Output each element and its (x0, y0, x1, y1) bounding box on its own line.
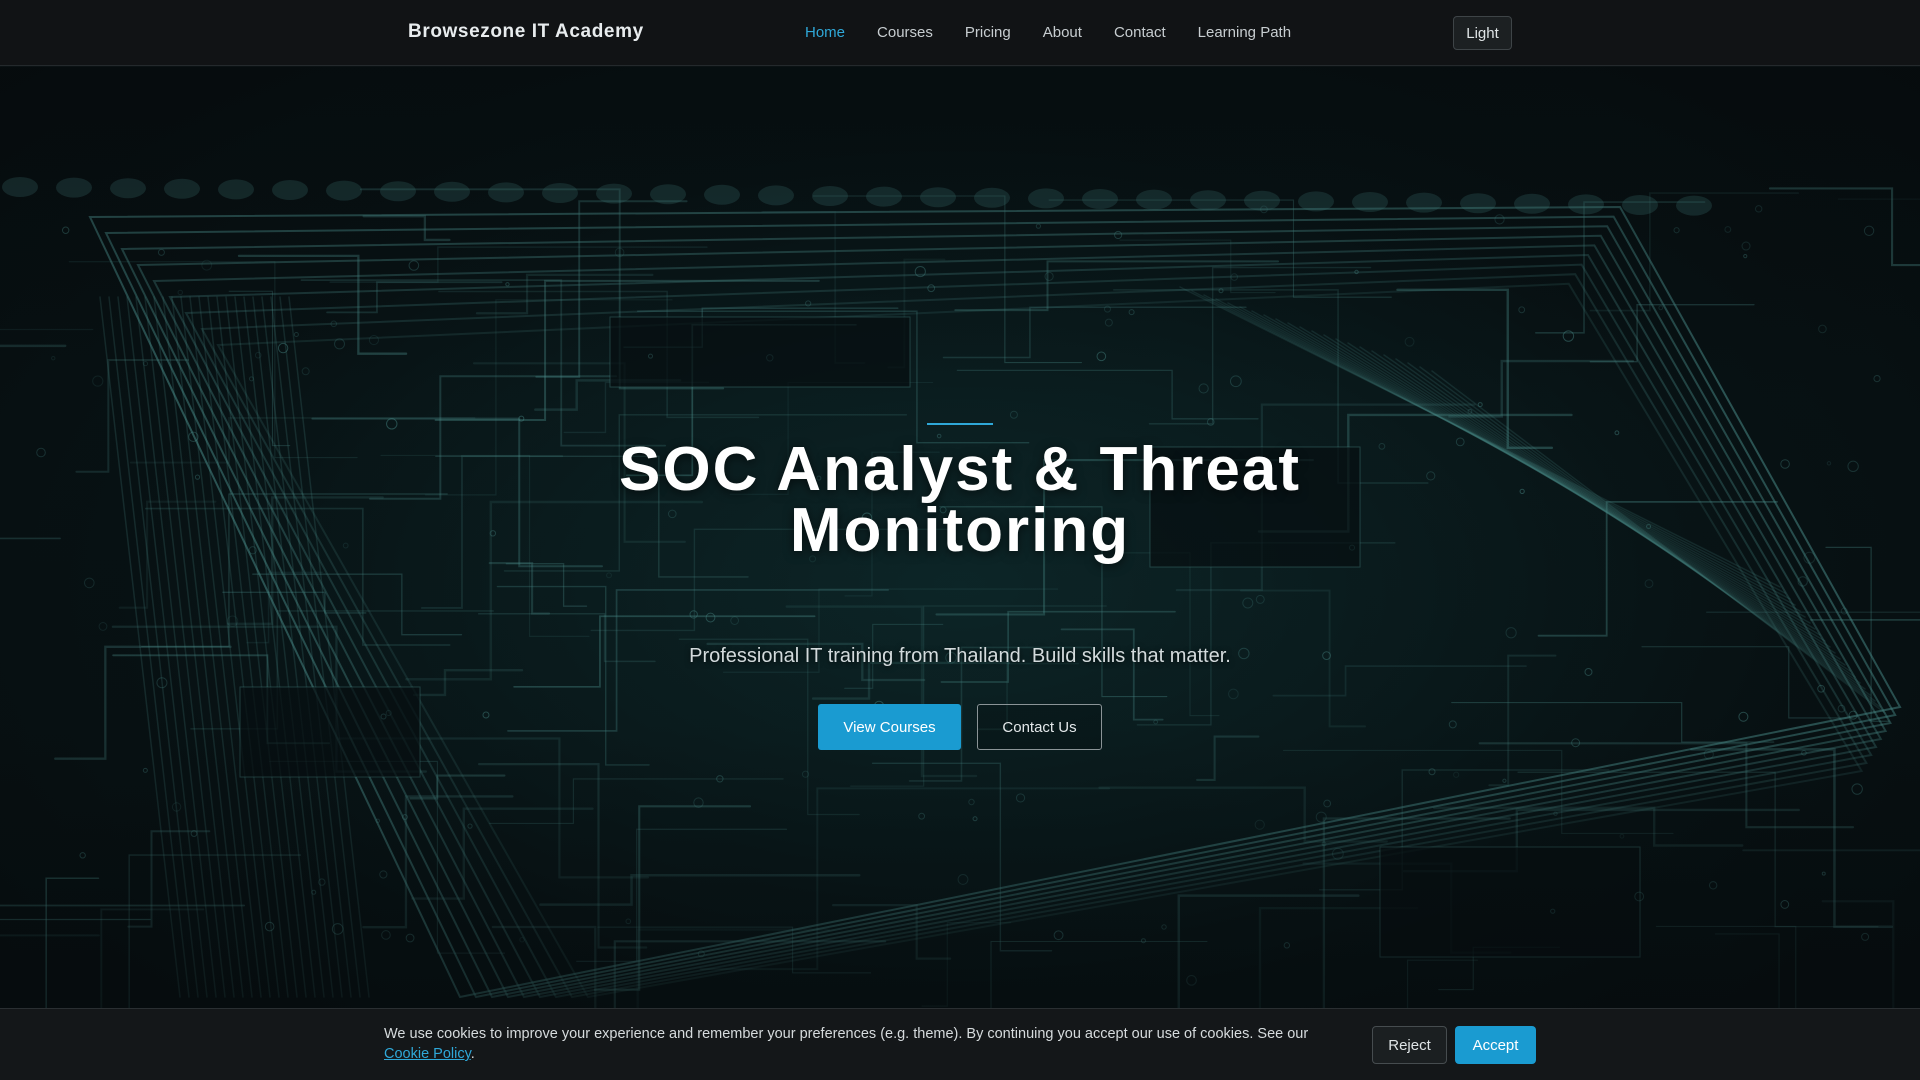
nav-link-home[interactable]: Home (805, 0, 861, 66)
cookie-message-end: . (470, 1046, 475, 1062)
nav-link-pricing[interactable]: Pricing (949, 0, 1027, 66)
brand-logo[interactable]: Browsezone IT Academy (408, 21, 644, 43)
cookie-reject-button[interactable]: Reject (1372, 1026, 1447, 1064)
hero-title-line-2: Monitoring (789, 496, 1131, 565)
cookie-message: We use cookies to improve your experienc… (384, 1024, 1344, 1064)
nav-link-learning-path[interactable]: Learning Path (1182, 0, 1307, 66)
hero-accent-line (927, 423, 993, 425)
main-nav: Home Courses Pricing About Contact Learn… (805, 0, 1307, 66)
hero-content: SOC Analyst & Threat Monitoring Professi… (0, 67, 1920, 1008)
hero-title: SOC Analyst & Threat Monitoring (560, 439, 1360, 562)
theme-toggle-button[interactable]: Light (1453, 16, 1512, 50)
cookie-policy-link[interactable]: Cookie Policy (384, 1046, 471, 1062)
hero-subtitle: Professional IT training from Thailand. … (689, 645, 1231, 667)
nav-link-contact[interactable]: Contact (1098, 0, 1182, 66)
nav-link-courses[interactable]: Courses (861, 0, 949, 66)
contact-us-button[interactable]: Contact Us (977, 704, 1102, 750)
nav-link-about[interactable]: About (1027, 0, 1098, 66)
view-courses-button[interactable]: View Courses (818, 704, 961, 750)
cookie-message-text: We use cookies to improve your experienc… (384, 1026, 1309, 1042)
cookie-consent-bar: We use cookies to improve your experienc… (0, 1008, 1920, 1080)
hero-section: SOC Analyst & Threat Monitoring Professi… (0, 67, 1920, 1008)
navbar: Browsezone IT Academy Home Courses Prici… (0, 0, 1920, 66)
hero-title-line-1: SOC Analyst & Threat (619, 435, 1301, 504)
cookie-accept-button[interactable]: Accept (1455, 1026, 1536, 1064)
